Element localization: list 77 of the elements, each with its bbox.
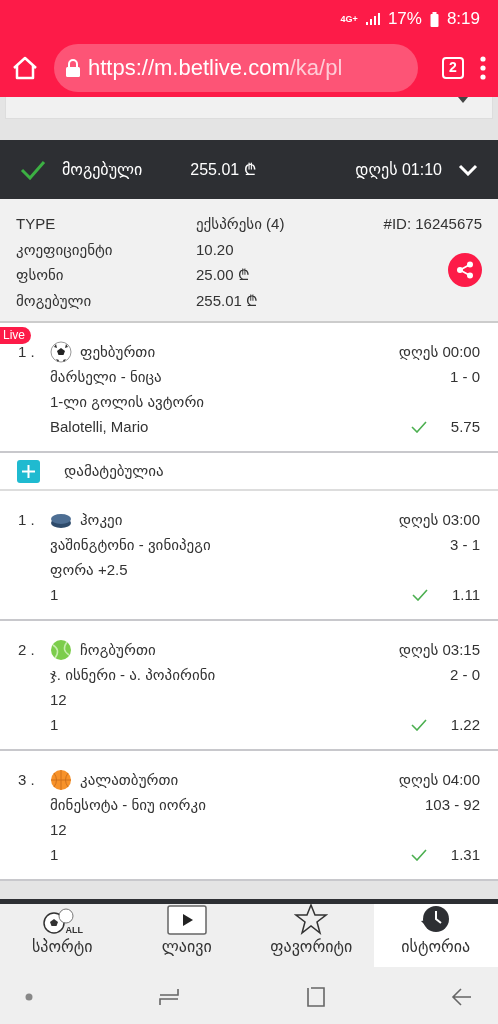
detail-label: მოგებული [16,290,93,311]
detail-label: კოეფიციენტი [16,239,114,260]
event-number: 1 . [18,342,36,362]
teams: მინესოტა - ნიუ იორკი [50,795,206,815]
odds: 1.31 [450,845,480,865]
score: 2 - 0 [450,665,480,685]
lock-icon [66,58,80,77]
dot-icon [25,992,33,1001]
share-icon [456,260,474,279]
score: 3 - 1 [450,535,480,555]
odds: 1.22 [450,715,480,735]
bet-header-bar[interactable]: მოგებული 255.01 ₾ დღეს 01:10 [0,140,498,199]
clock: 8:19 [446,8,480,31]
score: 103 - 92 [424,795,480,815]
event-number: 3 . [18,770,36,790]
recents-icon[interactable] [158,986,181,1007]
sport-name: ჰოკეი [80,510,123,530]
score: 1 - 0 [450,367,480,387]
bet-id: #ID: 16245675 [383,214,482,234]
home-icon[interactable] [12,55,38,80]
market: 12 [50,691,67,708]
sport-name: ფეხბურთი [80,342,156,362]
win-amount: 255.01 ₾ [190,159,256,180]
back-icon[interactable] [451,986,473,1007]
tennis-ball-icon [50,638,72,661]
bet-status: მოგებული [62,159,143,181]
odds: 5.75 [450,417,480,437]
nav-tab[interactable]: ALL სპორტი [0,904,125,967]
sport-name: ჩოგბურთი [80,640,156,660]
url-text: https://m.betlive.com/ka/pl [88,54,343,82]
dropdown-field[interactable] [5,97,493,119]
market: 12 [50,821,67,838]
event-number: 2 . [18,640,36,660]
pick: 1 [50,715,59,735]
battery-icon [429,11,439,27]
event-time: დღეს 04:00 [398,770,480,790]
soccer-ball-icon [50,340,72,363]
detail-value: 25.00 ₾ [196,265,250,285]
teams: ვაშინგტონი - ვინიპეგი [50,535,211,555]
market: ფორა +2.5 [50,561,128,578]
plus-button[interactable] [17,459,40,483]
nav-tab[interactable]: ისტორია [373,904,498,967]
live-badge: Live [0,327,31,344]
pick: 1 [50,845,59,865]
sport-name: კალათბურთი [80,770,179,790]
basketball-icon [50,768,72,791]
pick: Balotelli, Mario [50,417,149,437]
market: 1-ლი გოლის ავტორი [50,393,205,410]
star-icon [294,903,329,935]
detail-value: 10.20 [196,239,234,260]
teams: ჯ. ისნერი - ა. პოპირინი [50,665,216,685]
menu-icon[interactable] [480,55,486,80]
nav-tab[interactable]: ლაივი [124,904,249,967]
detail-value: ექსპრესი (4) [196,214,285,234]
event-time: დღეს 00:00 [398,342,480,362]
home-button-icon[interactable] [305,985,326,1008]
event-time: დღეს 03:00 [398,510,480,530]
detail-label: ფსონი [16,265,65,285]
odds: 1.11 [451,585,480,605]
network-label: 4G+ [340,14,358,24]
detail-value: 255.01 ₾ [196,290,259,311]
share-button[interactable] [448,252,482,287]
event-number: 1 . [18,510,36,530]
plus-icon [21,463,36,479]
play-icon [166,905,207,935]
detail-label: TYPE [16,214,57,234]
all-label: ALL [65,926,83,935]
signal-icon [365,13,380,25]
battery-percent: 17% [387,8,422,31]
bet-time: დღეს 01:10 [355,159,442,181]
chevron-down-icon[interactable] [458,163,478,176]
nav-tab[interactable]: ფავორიტი [249,904,374,967]
added-label: დამატებულია [64,460,164,481]
pick: 1 [50,585,59,605]
teams: მარსელი - ნიცა [50,367,162,387]
tab-count-button[interactable]: 2 [442,56,464,79]
event-time: დღეს 03:15 [398,640,480,660]
